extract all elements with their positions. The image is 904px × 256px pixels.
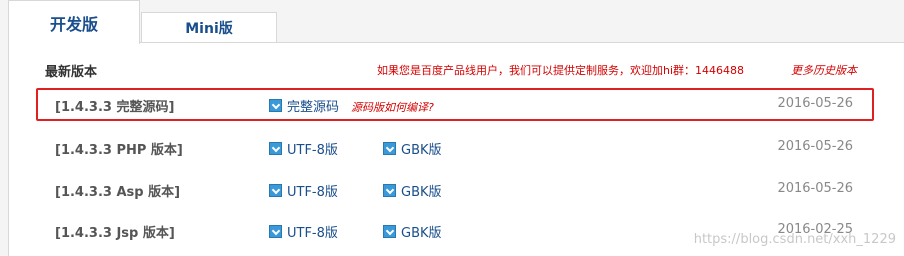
tab-mini[interactable]: Mini版	[141, 12, 277, 42]
download-gbk-link[interactable]: GBK版	[383, 181, 442, 200]
link-label: UTF-8版	[287, 143, 338, 158]
version-name: [1.4.3.3 PHP 版本]	[55, 143, 183, 158]
link-label: GBK版	[401, 143, 442, 158]
release-date: 2016-05-26	[777, 139, 853, 154]
compile-howto-link[interactable]: 源码版如何编译?	[351, 99, 434, 115]
link-label: UTF-8版	[287, 226, 338, 241]
download-utf8-link[interactable]: UTF-8版	[269, 222, 338, 241]
link-label: 完整源码	[287, 100, 340, 115]
link-label: GBK版	[401, 185, 442, 200]
link-label: GBK版	[401, 226, 442, 241]
download-arrow-icon	[269, 142, 282, 155]
section-title: 最新版本	[45, 65, 98, 80]
link-label: UTF-8版	[287, 185, 338, 200]
download-utf8-link[interactable]: UTF-8版	[269, 139, 338, 158]
release-date: 2016-05-26	[777, 96, 853, 111]
download-arrow-icon	[383, 142, 396, 155]
version-tabs: 开发版 Mini版	[8, 0, 288, 44]
watermark: https://blog.csdn.net/xxh_1229	[693, 232, 896, 247]
download-arrow-icon	[383, 225, 396, 238]
download-arrow-icon	[383, 184, 396, 197]
table-row: [1.4.3.3 Asp 版本] UTF-8版 GBK版 2016-05-26	[9, 170, 889, 208]
version-name: [1.4.3.3 完整源码]	[55, 100, 175, 115]
version-name: [1.4.3.3 Asp 版本]	[55, 185, 181, 200]
custom-service-notice: 如果您是百度产品线用户，我们可以提供定制服务，欢迎加hi群：1446488	[377, 64, 745, 77]
download-arrow-icon	[269, 225, 282, 238]
table-row: [1.4.3.3 PHP 版本] UTF-8版 GBK版 2016-05-26	[9, 128, 889, 166]
table-row: [1.4.3.3 完整源码] 完整源码 源码版如何编译? 2016-05-26	[9, 85, 889, 123]
download-gbk-link[interactable]: GBK版	[383, 222, 442, 241]
download-arrow-icon	[269, 184, 282, 197]
download-gbk-link[interactable]: GBK版	[383, 139, 442, 158]
download-full-source-link[interactable]: 完整源码	[269, 96, 339, 115]
more-history-link[interactable]: 更多历史版本	[791, 62, 857, 78]
version-panel: 最新版本 如果您是百度产品线用户，我们可以提供定制服务，欢迎加hi群：14464…	[8, 42, 904, 256]
download-arrow-icon	[269, 99, 282, 112]
download-utf8-link[interactable]: UTF-8版	[269, 181, 338, 200]
version-name: [1.4.3.3 Jsp 版本]	[55, 226, 175, 241]
tab-dev[interactable]: 开发版	[8, 0, 140, 44]
release-date: 2016-05-26	[777, 181, 853, 196]
